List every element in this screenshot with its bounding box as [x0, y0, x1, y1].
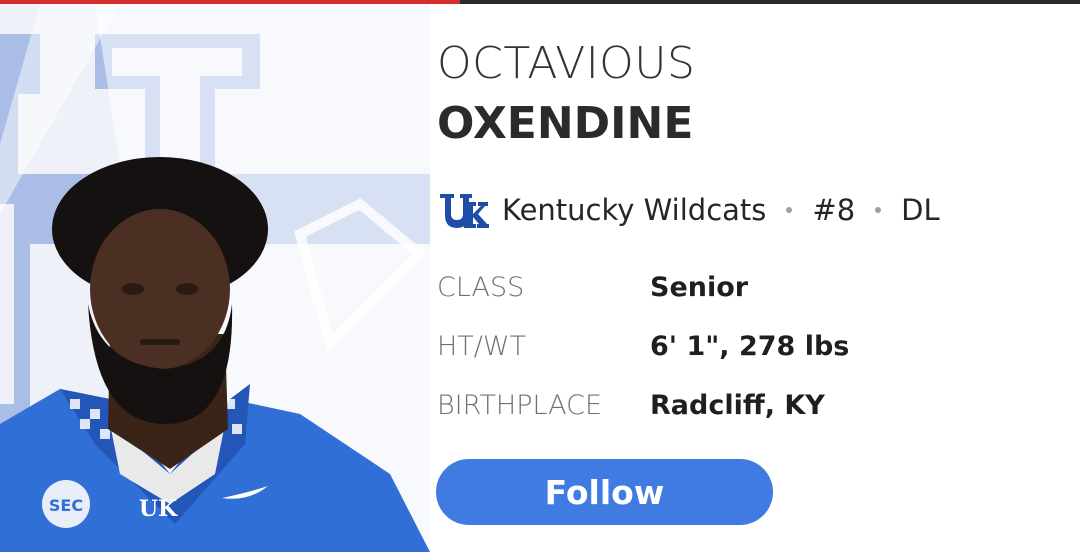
uk-logo-icon[interactable] [438, 188, 490, 232]
follow-button[interactable]: Follow [436, 459, 773, 525]
separator-dot [875, 207, 882, 213]
player-photo: SEC UK [0, 4, 430, 552]
info-row-height-weight: HT/WT 6' 1", 278 lbs [437, 326, 849, 366]
info-label: CLASS [437, 271, 525, 303]
team-name[interactable]: Kentucky Wildcats [502, 193, 766, 227]
player-card: SEC UK OCTAVIOUS OXENDINE Kentucky Wildc… [0, 0, 1080, 552]
info-label: BIRTHPLACE [437, 389, 603, 421]
player-first-name: OCTAVIOUS [437, 38, 696, 89]
info-value: Radcliff, KY [650, 389, 825, 421]
info-value: 6' 1", 278 lbs [650, 330, 850, 362]
info-value: Senior [650, 271, 749, 303]
player-position: DL [901, 193, 940, 227]
svg-text:SEC: SEC [49, 496, 83, 515]
info-row-class: CLASS Senior [437, 267, 748, 307]
team-row: Kentucky Wildcats #8 DL [438, 188, 940, 232]
player-last-name: OXENDINE [437, 98, 694, 149]
svg-text:UK: UK [139, 496, 178, 522]
info-label: HT/WT [437, 330, 527, 362]
top-bar [460, 0, 1080, 4]
info-row-birthplace: BIRTHPLACE Radcliff, KY [437, 385, 825, 425]
separator-dot [786, 207, 793, 213]
jersey-number: #8 [812, 193, 856, 227]
